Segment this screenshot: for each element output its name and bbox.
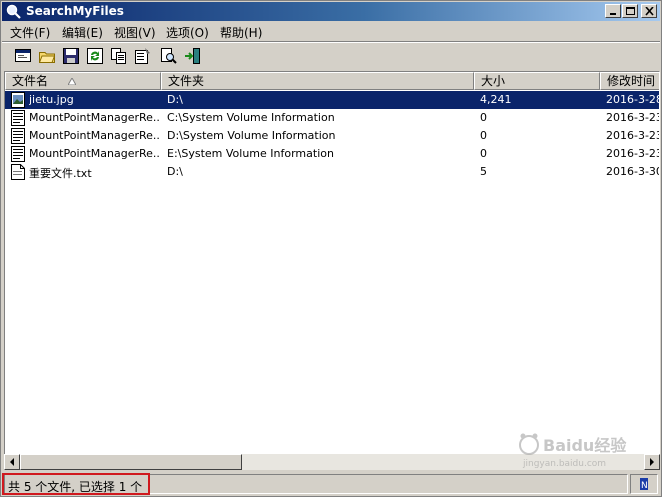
- cell-folder: D:\System Volume Information: [167, 129, 336, 142]
- menu-help[interactable]: 帮助(H): [220, 24, 262, 41]
- column-header-folder[interactable]: 文件夹: [161, 72, 474, 90]
- menu-file[interactable]: 文件(F): [10, 24, 50, 41]
- cell-filename: 重要文件.txt: [29, 167, 92, 180]
- indicator-icon: N: [640, 478, 648, 491]
- table-row[interactable]: 重要文件.txt D:\ 5 2016-3-30: [5, 163, 660, 181]
- list-header: 文件名 文件夹 大小 修改时间: [5, 72, 659, 90]
- title-bar[interactable]: SearchMyFiles: [2, 2, 660, 21]
- cell-folder: D:\: [167, 93, 183, 106]
- cell-modified: 2016-3-23: [606, 111, 660, 124]
- new-search-button[interactable]: [12, 45, 34, 67]
- properties-icon: [135, 48, 150, 64]
- close-icon: [645, 7, 654, 16]
- minimize-button[interactable]: [605, 4, 621, 18]
- cell-size: 0: [480, 147, 487, 160]
- column-label-size: 大小: [481, 74, 506, 88]
- window-title: SearchMyFiles: [26, 4, 124, 18]
- status-pane-indicator: N: [630, 474, 658, 494]
- minimize-icon: [610, 13, 616, 15]
- cell-modified: 2016-3-28: [606, 93, 660, 106]
- arrow-left-icon: [10, 458, 14, 466]
- exit-button[interactable]: [182, 45, 204, 67]
- table-row[interactable]: MountPointManagerRe... D:\System Volume …: [5, 127, 660, 145]
- refresh-button[interactable]: [84, 45, 106, 67]
- close-button[interactable]: [641, 4, 657, 18]
- table-row[interactable]: MountPointManagerRe... C:\System Volume …: [5, 109, 660, 127]
- cell-filename: MountPointManagerRe...: [29, 129, 159, 142]
- file-list[interactable]: 文件名 文件夹 大小 修改时间 jietu.jpg D:\ 4,241 2016…: [4, 71, 660, 470]
- toolbar: [2, 43, 660, 69]
- column-header-filename[interactable]: 文件名: [5, 72, 161, 90]
- system-file-icon: [11, 128, 25, 144]
- cell-modified: 2016-3-30: [606, 165, 660, 178]
- open-button[interactable]: [36, 45, 58, 67]
- cell-size: 4,241: [480, 93, 512, 106]
- save-button[interactable]: [60, 45, 82, 67]
- copy-icon: [111, 48, 126, 64]
- watermark-brand: Baidu经验: [543, 436, 627, 455]
- refresh-icon: [87, 48, 103, 64]
- maximize-button[interactable]: [622, 4, 638, 18]
- scroll-left-button[interactable]: [4, 454, 20, 470]
- cell-size: 5: [480, 165, 487, 178]
- menu-bar: 文件(F) 编辑(E) 视图(V) 选项(O) 帮助(H): [2, 22, 660, 41]
- image-file-icon: [11, 92, 25, 108]
- cell-folder: C:\System Volume Information: [167, 111, 335, 124]
- app-search-icon: [6, 4, 21, 19]
- menu-view[interactable]: 视图(V): [114, 24, 156, 41]
- scroll-thumb[interactable]: [20, 454, 242, 470]
- column-label-modified: 修改时间: [607, 74, 656, 88]
- table-row[interactable]: jietu.jpg D:\ 4,241 2016-3-28: [5, 91, 660, 109]
- cell-filename: MountPointManagerRe...: [29, 147, 159, 160]
- find-button[interactable]: [158, 45, 180, 67]
- cell-folder: D:\: [167, 165, 183, 178]
- menu-options[interactable]: 选项(O): [166, 24, 209, 41]
- main-window: SearchMyFiles 文件(F) 编辑(E) 视图(V) 选项(O) 帮助…: [0, 0, 662, 497]
- save-icon: [63, 48, 79, 64]
- maximize-icon: [626, 7, 635, 15]
- table-row[interactable]: MountPointManagerRe... E:\System Volume …: [5, 145, 660, 163]
- cell-filename: jietu.jpg: [29, 93, 74, 106]
- copy-button[interactable]: [108, 45, 130, 67]
- exit-icon: [185, 48, 200, 64]
- watermark-url: jingyan.baidu.com: [522, 459, 606, 469]
- cell-size: 0: [480, 111, 487, 124]
- text-file-icon: [11, 164, 25, 180]
- cell-modified: 2016-3-23: [606, 147, 660, 160]
- menu-edit[interactable]: 编辑(E): [62, 24, 103, 41]
- status-bar: 共 5 个文件, 已选择 1 个 N: [2, 473, 660, 495]
- properties-button[interactable]: [132, 45, 154, 67]
- cell-modified: 2016-3-23: [606, 129, 660, 142]
- cell-folder: E:\System Volume Information: [167, 147, 334, 160]
- cell-size: 0: [480, 129, 487, 142]
- system-file-icon: [11, 146, 25, 162]
- column-header-size[interactable]: 大小: [474, 72, 600, 90]
- system-file-icon: [11, 110, 25, 126]
- baidu-watermark-logo: Baidu经验 jingyan.baidu.com: [519, 433, 627, 469]
- column-label-folder: 文件夹: [168, 74, 205, 88]
- window-icon: [15, 49, 31, 62]
- column-header-modified[interactable]: 修改时间: [600, 72, 659, 90]
- find-icon: [161, 48, 177, 64]
- sort-ascending-icon: [68, 78, 76, 85]
- column-label-filename: 文件名: [12, 74, 49, 88]
- open-folder-icon: [39, 52, 55, 63]
- annotation-highlight-box: [2, 473, 150, 495]
- svg-text:N: N: [641, 481, 648, 491]
- cell-filename: MountPointManagerRe...: [29, 111, 159, 124]
